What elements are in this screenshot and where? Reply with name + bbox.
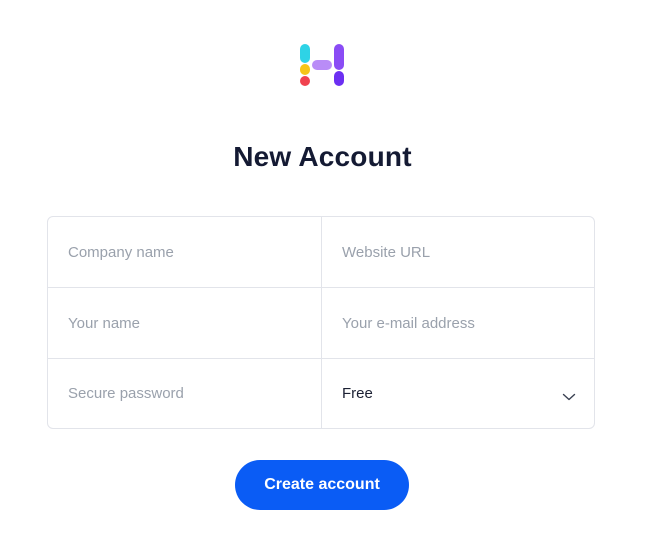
password-input[interactable] — [48, 359, 321, 428]
email-field[interactable] — [322, 288, 594, 358]
plan-select-value: Free — [342, 385, 373, 402]
website-url-cell — [322, 217, 594, 288]
company-name-cell — [48, 217, 322, 288]
plan-select[interactable]: Free — [322, 359, 594, 428]
chevron-down-icon — [562, 389, 576, 401]
your-name-input[interactable] — [48, 288, 321, 358]
h-logo-icon — [299, 43, 345, 87]
company-name-input[interactable] — [48, 217, 321, 287]
website-url-input[interactable] — [322, 217, 594, 287]
password-cell — [48, 359, 322, 428]
your-name-cell — [48, 288, 322, 359]
email-cell — [322, 288, 594, 359]
create-account-button[interactable]: Create account — [235, 460, 409, 510]
account-form: Free — [47, 216, 595, 429]
page-title: New Account — [233, 141, 412, 172]
